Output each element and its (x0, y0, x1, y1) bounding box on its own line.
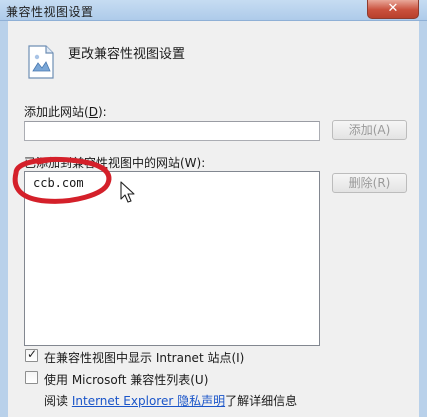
red-annotation-ellipse (12, 157, 112, 204)
window-frame-right (419, 21, 427, 417)
window-title: 兼容性视图设置 (6, 5, 94, 19)
window-frame-left (0, 21, 8, 417)
close-icon: ✕ (387, 1, 399, 16)
dialog-body: 更改兼容性视图设置 添加此网站(D): 添加(A) 已添加到兼容性视图中的网站(… (8, 21, 419, 417)
mouse-cursor-icon (120, 181, 135, 203)
close-button[interactable]: ✕ (367, 0, 419, 19)
title-bar: 兼容性视图设置 ✕ (0, 0, 427, 21)
